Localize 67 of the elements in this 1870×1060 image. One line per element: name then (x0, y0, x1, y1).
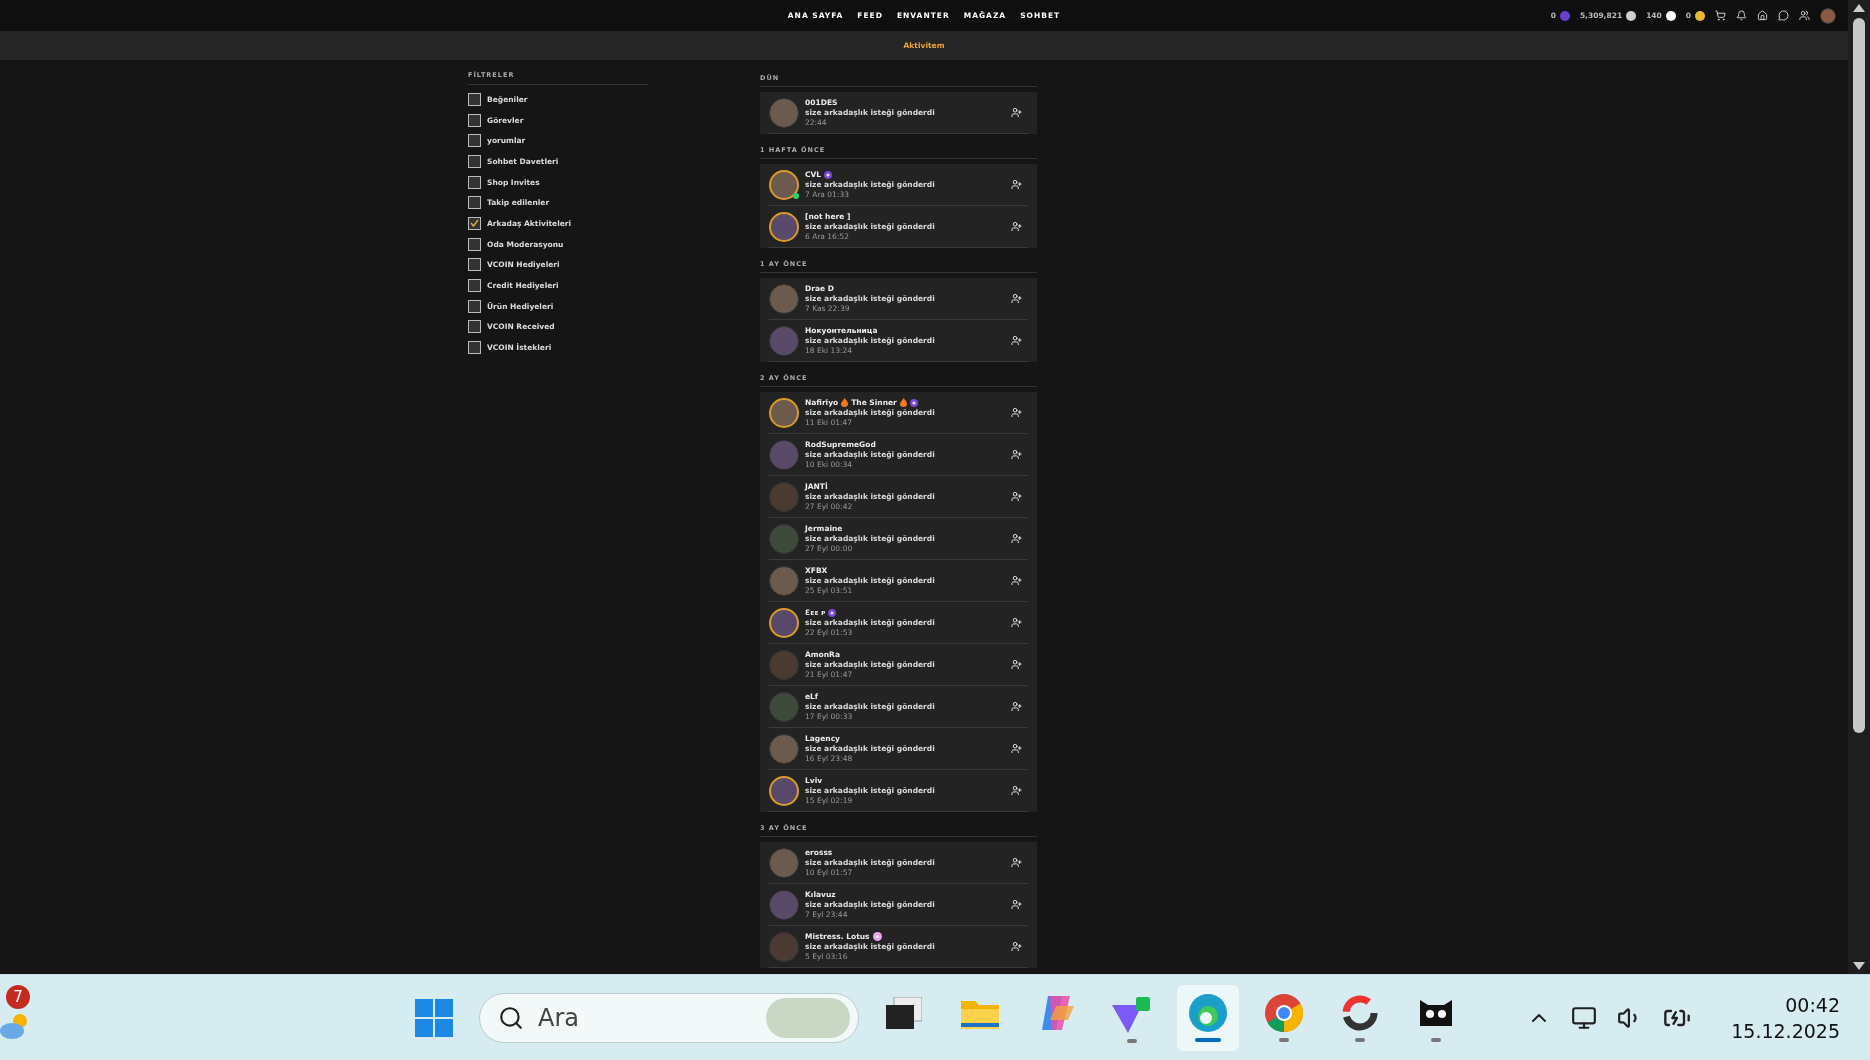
coin-icon (1559, 10, 1570, 21)
checkbox[interactable] (468, 299, 481, 313)
add-friend-button[interactable] (1011, 785, 1022, 796)
checkbox[interactable] (468, 113, 481, 127)
browser-icon (1189, 993, 1227, 1032)
checkbox[interactable] (468, 320, 481, 334)
coin-icon (1695, 10, 1705, 21)
checkbox[interactable] (468, 154, 481, 168)
scrollbar[interactable] (1848, 0, 1870, 974)
coin-icon (1626, 10, 1637, 21)
coin-icon (1665, 10, 1676, 21)
cart-icon[interactable] (1715, 10, 1726, 21)
add-friend-button[interactable] (1011, 533, 1022, 544)
add-friend-button[interactable] (1011, 491, 1022, 502)
add-friend-button[interactable] (1011, 743, 1022, 754)
add-friend-button[interactable] (1011, 659, 1022, 670)
user-avatar[interactable] (769, 169, 799, 200)
search-field[interactable]: Ara (479, 992, 859, 1043)
network-icon[interactable] (1571, 1004, 1598, 1031)
badge-icon (909, 398, 918, 407)
add-friend-button[interactable] (1011, 899, 1022, 910)
clock-date[interactable]: 15.12.2025 (1731, 1019, 1840, 1042)
checkbox[interactable] (468, 258, 481, 272)
user-avatar[interactable] (1820, 7, 1836, 24)
bell-icon[interactable] (1736, 10, 1747, 21)
people-icon[interactable] (1799, 10, 1810, 21)
add-friend-button[interactable] (1011, 941, 1022, 952)
badge-icon (824, 170, 833, 179)
search-icon (498, 1004, 524, 1031)
flame-icon (841, 398, 849, 407)
checkbox[interactable] (468, 134, 481, 148)
add-friend-button[interactable] (1011, 857, 1022, 868)
add-friend-button[interactable] (1011, 293, 1022, 304)
checkbox[interactable] (468, 216, 481, 230)
add-friend-button[interactable] (1011, 179, 1022, 190)
user-avatar[interactable] (769, 775, 799, 806)
add-friend-button[interactable] (1011, 407, 1022, 418)
ring-chart-icon (1341, 993, 1379, 1032)
browser-icon (1265, 993, 1303, 1032)
checkbox[interactable] (468, 279, 481, 293)
user-avatar[interactable] (769, 211, 799, 242)
chat-icon[interactable] (1778, 10, 1789, 21)
add-friend-button[interactable] (1011, 575, 1022, 586)
add-friend-button[interactable] (1011, 221, 1022, 232)
add-friend-button[interactable] (1011, 449, 1022, 460)
badge-icon (828, 608, 837, 617)
notification-badge: 7 (6, 985, 30, 1009)
checkbox[interactable] (468, 92, 481, 106)
flower-icon (872, 932, 882, 941)
add-friend-button[interactable] (1011, 107, 1022, 118)
search-input[interactable]: Ara (536, 1002, 754, 1033)
user-avatar[interactable] (769, 397, 799, 428)
checkbox[interactable] (468, 196, 481, 210)
clock-time[interactable]: 00:42 (1785, 993, 1840, 1016)
user-avatar[interactable] (769, 607, 799, 638)
add-friend-button[interactable] (1011, 701, 1022, 712)
add-friend-button[interactable] (1011, 617, 1022, 628)
checkbox[interactable] (468, 175, 481, 189)
flame-icon (899, 398, 907, 407)
window-stack-icon (886, 996, 922, 1029)
scroll-down-icon[interactable] (1853, 962, 1865, 970)
scroll-up-icon[interactable] (1853, 4, 1865, 12)
checkbox[interactable] (468, 237, 481, 251)
checkbox[interactable] (468, 341, 481, 355)
add-friend-button[interactable] (1011, 335, 1022, 346)
home-icon[interactable] (1757, 10, 1768, 21)
windows-logo-icon (415, 998, 453, 1037)
